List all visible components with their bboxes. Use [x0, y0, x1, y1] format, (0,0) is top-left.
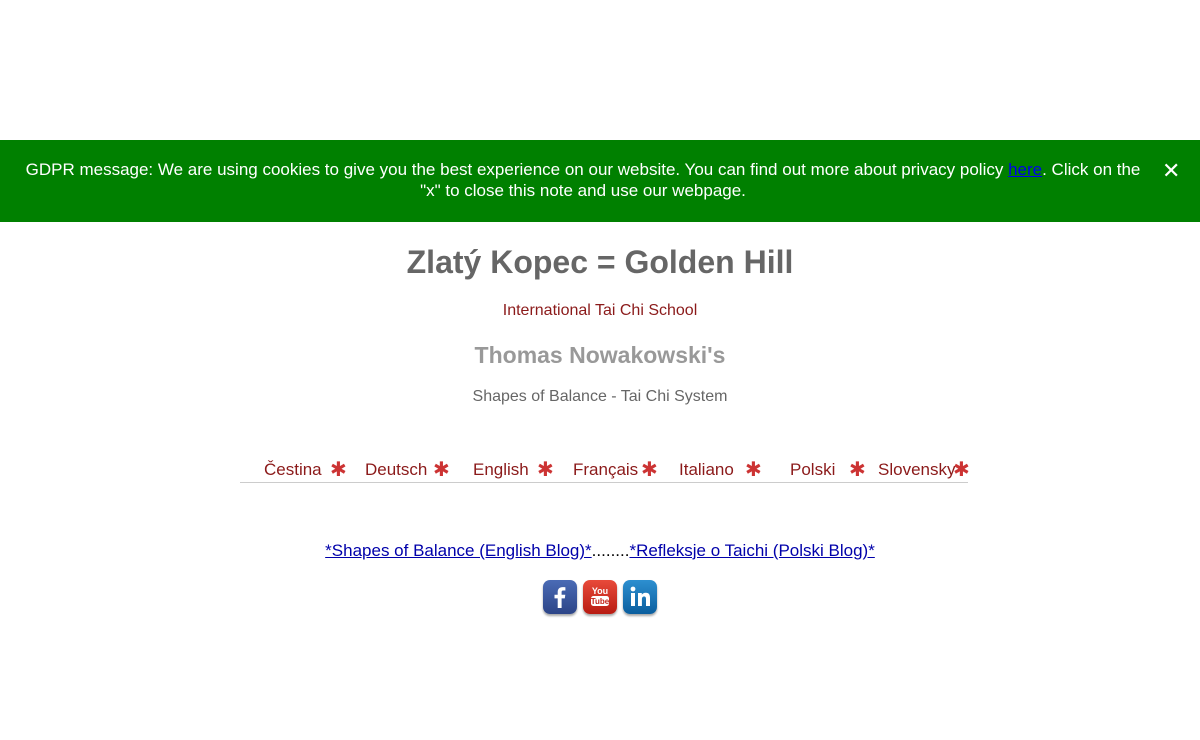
- gdpr-text-before: GDPR message: We are using cookies to gi…: [25, 160, 1009, 179]
- youtube-icon[interactable]: You Tube: [583, 580, 617, 614]
- star-separator-icon: ✱: [433, 459, 450, 481]
- lang-link-deutsch[interactable]: Deutsch: [365, 458, 427, 482]
- lang-link-slovensky[interactable]: Slovensky: [878, 458, 955, 482]
- blog-links: *Shapes of Balance (English Blog)*......…: [0, 540, 1200, 562]
- gdpr-banner: GDPR message: We are using cookies to gi…: [0, 140, 1200, 222]
- privacy-policy-link[interactable]: here: [1008, 160, 1042, 179]
- school-subtitle: International Tai Chi School: [502, 302, 698, 319]
- svg-text:You: You: [592, 586, 608, 596]
- svg-text:Tube: Tube: [591, 597, 610, 606]
- linkedin-icon[interactable]: [623, 580, 657, 614]
- star-separator-icon: ✱: [641, 459, 658, 481]
- close-icon[interactable]: ✕: [1162, 160, 1180, 182]
- star-separator-icon: ✱: [849, 459, 866, 481]
- star-separator-icon: ✱: [537, 459, 554, 481]
- polish-blog-link[interactable]: *Refleksje o Taichi (Polski Blog)*: [629, 541, 874, 560]
- language-nav: Čestina ✱ Deutsch ✱ English ✱ Français ✱…: [240, 458, 970, 483]
- lang-link-polski[interactable]: Polski: [790, 458, 835, 482]
- lang-link-francais[interactable]: Français: [573, 458, 638, 482]
- english-blog-link[interactable]: *Shapes of Balance (English Blog)*: [325, 541, 592, 560]
- page: GDPR message: We are using cookies to gi…: [0, 0, 1200, 740]
- facebook-icon[interactable]: [543, 580, 577, 614]
- lang-link-italiano[interactable]: Italiano: [679, 458, 734, 482]
- star-separator-icon: ✱: [953, 459, 970, 481]
- page-title: Zlatý Kopec = Golden Hill: [406, 244, 794, 280]
- lang-link-english[interactable]: English: [473, 458, 529, 482]
- star-separator-icon: ✱: [745, 459, 762, 481]
- lang-link-cestina[interactable]: Čestina: [264, 458, 322, 482]
- star-separator-icon: ✱: [330, 459, 347, 481]
- system-subtitle: Shapes of Balance - Tai Chi System: [472, 388, 728, 405]
- blog-separator: ........: [591, 541, 630, 560]
- author-heading: Thomas Nowakowski's: [474, 342, 726, 368]
